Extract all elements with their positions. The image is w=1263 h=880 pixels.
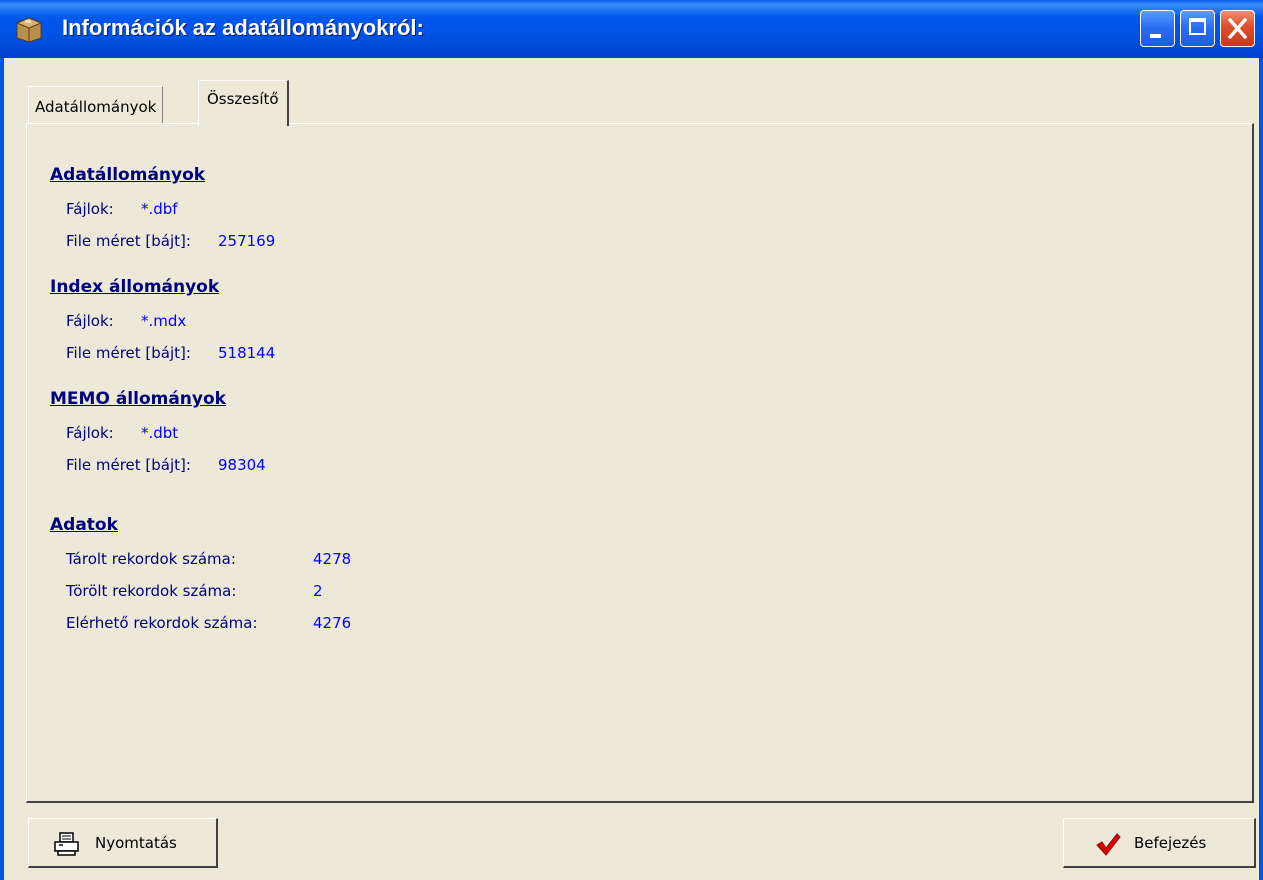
window-title: Információk az adatállományokról:: [62, 15, 424, 40]
print-button-label: Nyomtatás: [95, 834, 177, 852]
size-label: File méret [bájt]:: [66, 344, 191, 362]
checkmark-icon: [1096, 833, 1121, 856]
stored-records-label: Tárolt rekordok száma:: [66, 550, 236, 568]
close-icon: [1228, 18, 1247, 39]
maximize-button[interactable]: [1180, 10, 1215, 47]
tab-adatallomanyok[interactable]: Adatállományok: [28, 86, 164, 124]
close-button[interactable]: [1220, 10, 1255, 47]
files-value: *.dbt: [141, 424, 179, 442]
size-value: 518144: [218, 344, 276, 362]
box-icon: [15, 17, 43, 43]
files-label: Fájlok:: [66, 424, 114, 442]
tab-osszesito[interactable]: Összesítő: [198, 80, 289, 126]
section-title-index-files: Index állományok: [50, 277, 220, 297]
available-records-label: Elérhető rekordok száma:: [66, 614, 258, 632]
deleted-records-label: Törölt rekordok száma:: [66, 582, 237, 600]
files-label: Fájlok:: [66, 200, 114, 218]
print-button[interactable]: Nyomtatás: [28, 818, 218, 868]
printer-icon: [54, 832, 79, 856]
dialog-window: Információk az adatállományokról: Adatál…: [0, 0, 1263, 880]
size-label: File méret [bájt]:: [66, 456, 191, 474]
deleted-records-value: 2: [313, 582, 323, 600]
size-value: 257169: [218, 232, 276, 250]
finish-button-label: Befejezés: [1134, 834, 1207, 852]
title-bar[interactable]: Információk az adatállományokról:: [0, 0, 1263, 58]
files-value: *.dbf: [141, 200, 178, 218]
tab-panel: [26, 123, 1254, 803]
available-records-value: 4276: [313, 614, 352, 632]
size-value: 98304: [218, 456, 266, 474]
finish-button[interactable]: Befejezés: [1063, 818, 1256, 868]
section-title-data: Adatok: [50, 515, 118, 535]
section-title-data-files: Adatállományok: [50, 165, 206, 185]
size-label: File méret [bájt]:: [66, 232, 191, 250]
minimize-button[interactable]: [1140, 10, 1175, 47]
section-title-memo-files: MEMO állományok: [50, 389, 226, 409]
stored-records-value: 4278: [313, 550, 352, 568]
files-label: Fájlok:: [66, 312, 114, 330]
files-value: *.mdx: [141, 312, 187, 330]
